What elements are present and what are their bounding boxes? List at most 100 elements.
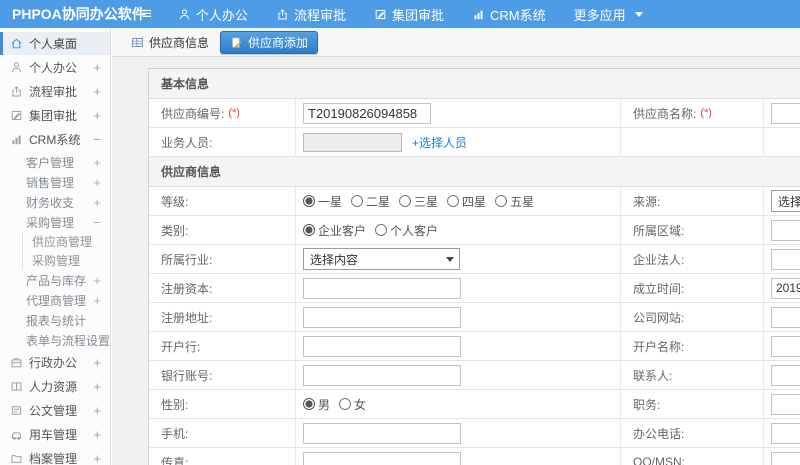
expand-toggle[interactable]: + <box>93 379 101 394</box>
title-input[interactable] <box>771 393 800 415</box>
radio-input[interactable] <box>303 195 315 207</box>
sidebar-item-集团审批[interactable]: 集团审批 + <box>0 104 110 127</box>
mobile-input[interactable] <box>303 422 461 444</box>
contact-input[interactable] <box>771 364 800 386</box>
staff-picker[interactable] <box>303 132 402 152</box>
sidebar-item-label: 报表与统计 <box>26 313 87 328</box>
table-icon <box>131 36 145 49</box>
account-name-input[interactable] <box>771 335 800 357</box>
expand-toggle[interactable]: + <box>93 155 101 170</box>
expand-toggle[interactable]: + <box>93 60 101 75</box>
radio-input[interactable] <box>399 195 412 207</box>
founded-date-input[interactable] <box>771 277 800 299</box>
registered-capital-input[interactable] <box>303 277 461 299</box>
field-label: 所属行业: <box>161 252 213 267</box>
radio-input[interactable] <box>447 195 460 207</box>
label-cell: 供应商编号: (*) <box>149 99 296 127</box>
expand-toggle[interactable]: − <box>93 132 101 147</box>
radio-input[interactable] <box>375 224 388 236</box>
choose-person-link[interactable]: +选择人员 <box>412 134 467 151</box>
sidebar-item-CRM系统[interactable]: CRM系统 − <box>0 128 110 151</box>
sidebar-item-表单与流程设置[interactable]: 表单与流程设置+ <box>0 330 110 350</box>
sidebar-item-个人桌面[interactable]: 个人桌面 <box>0 32 110 55</box>
expand-toggle[interactable]: + <box>93 427 101 442</box>
expand-toggle[interactable]: + <box>93 175 101 190</box>
sidebar-item-产品与库存[interactable]: 产品与库存 + <box>0 270 110 290</box>
source-select[interactable]: 选择内容 <box>771 190 800 212</box>
sidebar-item-label: 用车管理 <box>29 428 78 442</box>
expand-toggle[interactable]: + <box>93 403 101 418</box>
sidebar-item-行政办公[interactable]: 行政办公 + <box>0 351 110 374</box>
category-radios-option[interactable]: 个人客户 <box>375 222 438 239</box>
level-radios-option[interactable]: 三星 <box>399 193 438 210</box>
topbar-menu-item[interactable]: 集团审批 <box>360 0 458 28</box>
bank-input[interactable] <box>303 335 461 357</box>
radio-input[interactable] <box>303 224 315 236</box>
form-row: 性别: 男女职务: <box>149 390 800 419</box>
menu-label: 更多应用 <box>573 7 626 23</box>
sidebar-item-用车管理[interactable]: 用车管理 + <box>0 423 110 446</box>
topbar-menu-item[interactable]: 流程审批 <box>262 0 360 28</box>
gender-radios-option[interactable]: 女 <box>339 396 366 413</box>
topbar-menu-item[interactable]: CRM系统 <box>458 0 560 28</box>
sidebar-item-个人办公[interactable]: 个人办公 + <box>0 56 110 79</box>
website-input[interactable] <box>771 306 800 328</box>
sidebar-item-人力资源[interactable]: 人力资源 + <box>0 375 110 398</box>
tab-供应商信息[interactable]: 供应商信息 <box>131 34 209 51</box>
sidebar-item-公文管理[interactable]: 公文管理 + <box>0 399 110 422</box>
expand-toggle[interactable]: − <box>93 215 101 230</box>
region-input[interactable] <box>771 219 800 241</box>
supplier-code-input[interactable] <box>303 102 431 124</box>
sidebar-item-档案管理[interactable]: 档案管理 + <box>0 447 110 465</box>
expand-toggle[interactable]: + <box>93 84 101 99</box>
gender-radios-option[interactable]: 男 <box>303 396 330 413</box>
level-radios-option[interactable]: 四星 <box>447 193 486 210</box>
category-radios-option[interactable]: 企业客户 <box>303 222 366 239</box>
sidebar-item-销售管理[interactable]: 销售管理 + <box>0 172 110 192</box>
expand-toggle[interactable]: + <box>110 333 111 348</box>
radio-input[interactable] <box>339 398 352 410</box>
legal-person-input[interactable] <box>771 248 800 270</box>
sidebar-item-财务收支[interactable]: 财务收支 + <box>0 192 110 212</box>
level-radios-option[interactable]: 一星 <box>303 193 342 210</box>
hamburger-menu-icon[interactable]: ≡ <box>130 0 164 28</box>
industry-select[interactable]: 选择内容 <box>303 248 460 270</box>
tabbar: 供应商信息 供应商添加 <box>112 28 800 57</box>
topbar-menu-item[interactable]: 更多应用 <box>560 0 657 28</box>
level-radios-option[interactable]: 二星 <box>351 193 390 210</box>
sidebar-item-采购管理[interactable]: 采购管理 − <box>0 212 110 232</box>
radio-label: 企业客户 <box>318 223 367 238</box>
office-phone-input[interactable] <box>771 422 800 444</box>
qq-msn-input[interactable] <box>771 451 800 465</box>
label-cell: 注册地址: <box>149 303 296 331</box>
sidebar-item-采购管理[interactable]: 采购管理 <box>22 251 110 270</box>
radio-input[interactable] <box>495 195 508 207</box>
expand-toggle[interactable]: + <box>93 273 101 288</box>
bank-account-input[interactable] <box>303 364 461 386</box>
supplier-name-input[interactable] <box>771 102 800 124</box>
sidebar-item-供应商管理[interactable]: 供应商管理 <box>22 232 110 251</box>
expand-toggle[interactable]: + <box>93 293 101 308</box>
topbar-menu: 个人办公 流程审批 集团审批 CRM系统 更多应用 <box>164 0 657 28</box>
label-cell: 类别: <box>149 216 296 244</box>
level-radios-option[interactable]: 五星 <box>495 193 534 210</box>
label-cell: QQ/MSN: <box>621 448 764 465</box>
label-cell: 成立时间: <box>621 274 764 302</box>
sidebar-item-客户管理[interactable]: 客户管理 + <box>0 152 110 172</box>
topbar-menu-item[interactable]: 个人办公 <box>164 0 262 28</box>
sidebar-item-代理商管理[interactable]: 代理商管理 + <box>0 290 110 310</box>
sidebar-item-流程审批[interactable]: 流程审批 + <box>0 80 110 103</box>
expand-toggle[interactable]: + <box>93 108 101 123</box>
field-cell: 一星 二星 三星 四星 五星 <box>296 187 621 215</box>
label-cell: 性别: <box>149 390 296 418</box>
registered-address-input[interactable] <box>303 306 461 328</box>
radio-input[interactable] <box>351 195 364 207</box>
fax-input[interactable] <box>303 451 461 465</box>
tab-供应商添加[interactable]: 供应商添加 <box>220 30 319 54</box>
sidebar-item-报表与统计[interactable]: 报表与统计 <box>0 310 110 330</box>
expand-toggle[interactable]: + <box>93 195 101 210</box>
field-cell <box>764 419 800 447</box>
expand-toggle[interactable]: + <box>93 355 101 370</box>
radio-input[interactable] <box>303 398 315 410</box>
expand-toggle[interactable]: + <box>93 451 101 465</box>
